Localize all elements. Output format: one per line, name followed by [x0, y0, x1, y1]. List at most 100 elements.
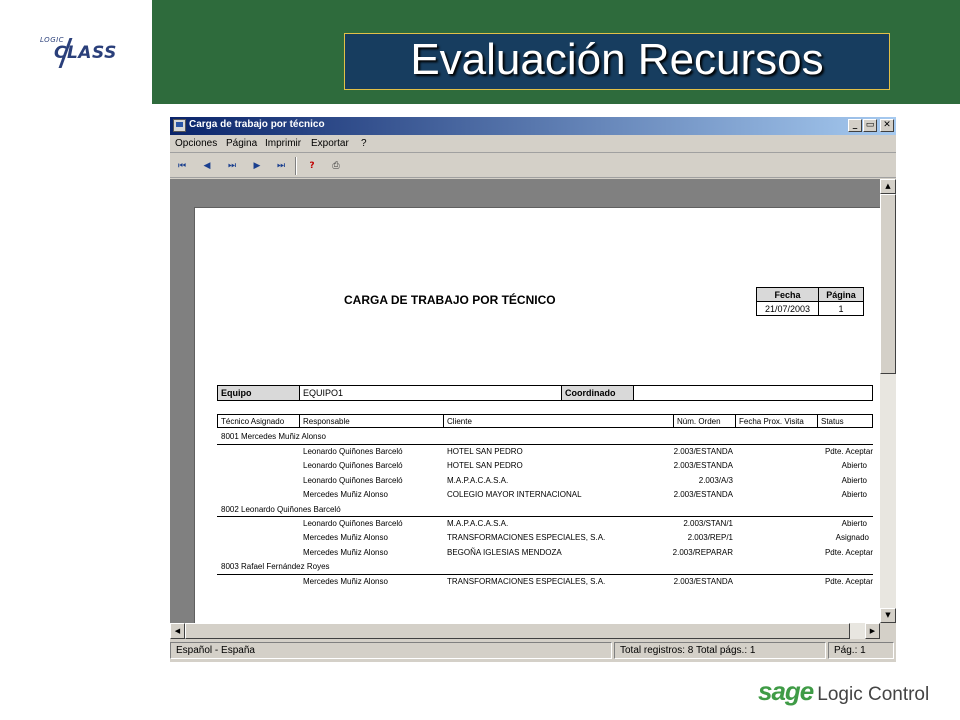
menu-help[interactable]: ? — [361, 138, 367, 149]
toolbar-separator — [295, 157, 297, 175]
col-status: Status — [821, 417, 844, 426]
cell-cliente: HOTEL SAN PEDRO — [447, 461, 523, 470]
cell-status: Abierto — [841, 461, 867, 470]
equipo-label: Equipo — [218, 386, 300, 400]
vertical-scrollbar[interactable]: ▲ ▼ — [880, 179, 896, 623]
table-row: Mercedes Muñiz Alonso BEGOÑA IGLESIAS ME… — [195, 548, 880, 562]
col-cliente: Cliente — [444, 415, 674, 427]
scroll-left-icon[interactable]: ◀ — [170, 623, 185, 639]
vertical-scroll-thumb[interactable] — [880, 194, 896, 374]
group-divider — [217, 444, 873, 445]
cell-responsable: Mercedes Muñiz Alonso — [303, 533, 388, 542]
close-button[interactable]: ✕ — [880, 119, 894, 132]
cell-orden: 2.003/A/3 — [698, 476, 733, 485]
cell-orden: 2.003/STAN/1 — [683, 519, 733, 528]
sage-logic-control-logo: sage Logic Control — [758, 676, 929, 706]
report-title: CARGA DE TRABAJO POR TÉCNICO — [344, 293, 556, 307]
table-row: Leonardo Quiñones Barceló HOTEL SAN PEDR… — [195, 447, 880, 461]
scrollbar-corner — [880, 623, 896, 639]
cell-cliente: BEGOÑA IGLESIAS MENDOZA — [447, 548, 562, 557]
cell-status: Abierto — [841, 490, 867, 499]
technician-8003: 8003 Rafael Fernández Royes — [221, 562, 330, 571]
report-window: Carga de trabajo por técnico _ ▭ ✕ Opcio… — [170, 117, 896, 662]
logicclass-logo: LOGIC CLASS — [38, 32, 118, 72]
pagina-value: 1 — [818, 301, 864, 316]
equipo-value: EQUIPO1 — [300, 386, 562, 400]
scroll-down-icon[interactable]: ▼ — [880, 608, 896, 623]
technician-8001: 8001 Mercedes Muñiz Alonso — [221, 432, 326, 441]
cell-orden: 2.003/REPARAR — [672, 548, 733, 557]
cell-cliente: HOTEL SAN PEDRO — [447, 447, 523, 456]
cell-responsable: Leonardo Quiñones Barceló — [303, 476, 403, 485]
fecha-value: 21/07/2003 — [756, 301, 819, 316]
status-page: Pág.: 1 — [828, 642, 894, 659]
report-page: CARGA DE TRABAJO POR TÉCNICO Fecha Págin… — [194, 207, 880, 623]
cell-orden: 2.003/ESTANDA — [673, 461, 733, 470]
cell-responsable: Mercedes Muñiz Alonso — [303, 577, 388, 586]
coordinado-label: Coordinado — [562, 386, 634, 400]
scroll-up-icon[interactable]: ▲ — [880, 179, 896, 194]
date-page-box: Fecha Página 21/07/2003 1 — [756, 287, 864, 316]
cell-responsable: Mercedes Muñiz Alonso — [303, 490, 388, 499]
horizontal-scrollbar[interactable]: ◀ ▶ — [170, 623, 880, 639]
print-help-icon[interactable]: ? — [304, 158, 320, 174]
table-row: Mercedes Muñiz Alonso TRANSFORMACIONES E… — [195, 577, 880, 591]
col-fecha-visita: Fecha Prox. Visita — [736, 415, 818, 427]
cell-cliente: COLEGIO MAYOR INTERNACIONAL — [447, 490, 582, 499]
cell-cliente: M.A.P.A.C.A.S.A. — [447, 476, 509, 485]
cell-cliente: TRANSFORMACIONES ESPECIALES, S.A. — [447, 577, 606, 586]
window-title: Carga de trabajo por técnico — [189, 119, 325, 130]
coordinado-value — [634, 386, 872, 400]
scroll-right-icon[interactable]: ▶ — [865, 623, 880, 639]
cell-responsable: Mercedes Muñiz Alonso — [303, 548, 388, 557]
table-row: Leonardo Quiñones Barceló M.A.P.A.C.A.S.… — [195, 519, 880, 533]
cell-status: Pdte. Aceptar — [824, 577, 873, 586]
table-row: Mercedes Muñiz Alonso COLEGIO MAYOR INTE… — [195, 490, 880, 504]
cell-orden: 2.003/ESTANDA — [673, 490, 733, 499]
maximize-button[interactable]: ▭ — [863, 119, 877, 132]
cell-status: Abierto — [841, 519, 867, 528]
table-row: Leonardo Quiñones Barceló HOTEL SAN PEDR… — [195, 461, 880, 475]
brand-sage: sage — [758, 676, 814, 706]
app-icon — [173, 119, 186, 132]
cell-status: Asignado — [835, 533, 869, 542]
status-bar: Español - España Total registros: 8 Tota… — [170, 639, 896, 662]
goto-page-icon[interactable]: ⏭ — [224, 158, 240, 174]
last-page-icon[interactable]: ⏭ — [273, 158, 289, 174]
cell-cliente: TRANSFORMACIONES ESPECIALES, S.A. — [447, 533, 606, 542]
menu-pagina[interactable]: Página — [226, 138, 257, 149]
technician-8002: 8002 Leonardo Quiñones Barceló — [221, 505, 341, 514]
cell-status: Abierto — [841, 476, 867, 485]
next-page-icon[interactable]: ▶ — [249, 158, 265, 174]
table-row: Leonardo Quiñones Barceló M.A.P.A.C.A.S.… — [195, 476, 880, 490]
slide-title-box: Evaluación Recursos — [344, 33, 890, 90]
slide-title: Evaluación Recursos — [410, 35, 824, 84]
pagina-label: Página — [818, 287, 864, 302]
printer-icon[interactable]: ⎙ — [328, 158, 344, 174]
menu-imprimir[interactable]: Imprimir — [265, 138, 301, 149]
first-page-icon[interactable]: ⏮ — [174, 158, 190, 174]
equipo-row: Equipo EQUIPO1 Coordinado — [217, 385, 873, 401]
group-divider — [217, 574, 873, 575]
prev-page-icon[interactable]: ◀ — [199, 158, 215, 174]
toolbar: ⏮ ◀ ⏭ ▶ ⏭ ? ⎙ — [170, 154, 896, 178]
col-num-orden: Núm. Orden — [674, 415, 736, 427]
cell-status: Pdte. Aceptar — [824, 447, 873, 456]
cell-responsable: Leonardo Quiñones Barceló — [303, 461, 403, 470]
menu-exportar[interactable]: Exportar — [311, 138, 349, 149]
menu-opciones[interactable]: Opciones — [175, 138, 217, 149]
cell-status: Pdte. Aceptar — [824, 548, 873, 557]
cell-orden: 2.003/ESTANDA — [673, 577, 733, 586]
window-titlebar[interactable]: Carga de trabajo por técnico _ ▭ ✕ — [170, 117, 896, 135]
status-locale: Español - España — [170, 642, 612, 659]
col-tecnico: Técnico Asignado — [218, 415, 300, 427]
column-header-row: Técnico Asignado Responsable Cliente Núm… — [217, 414, 873, 428]
report-viewer: CARGA DE TRABAJO POR TÉCNICO Fecha Págin… — [170, 179, 880, 623]
horizontal-scroll-thumb[interactable] — [185, 623, 850, 639]
menu-bar: Opciones Página Imprimir Exportar ? — [170, 135, 896, 153]
logo-main-text: CLASS — [54, 43, 117, 63]
group-divider — [217, 516, 873, 517]
cell-orden: 2.003/ESTANDA — [673, 447, 733, 456]
minimize-button[interactable]: _ — [848, 119, 862, 132]
cell-responsable: Leonardo Quiñones Barceló — [303, 519, 403, 528]
